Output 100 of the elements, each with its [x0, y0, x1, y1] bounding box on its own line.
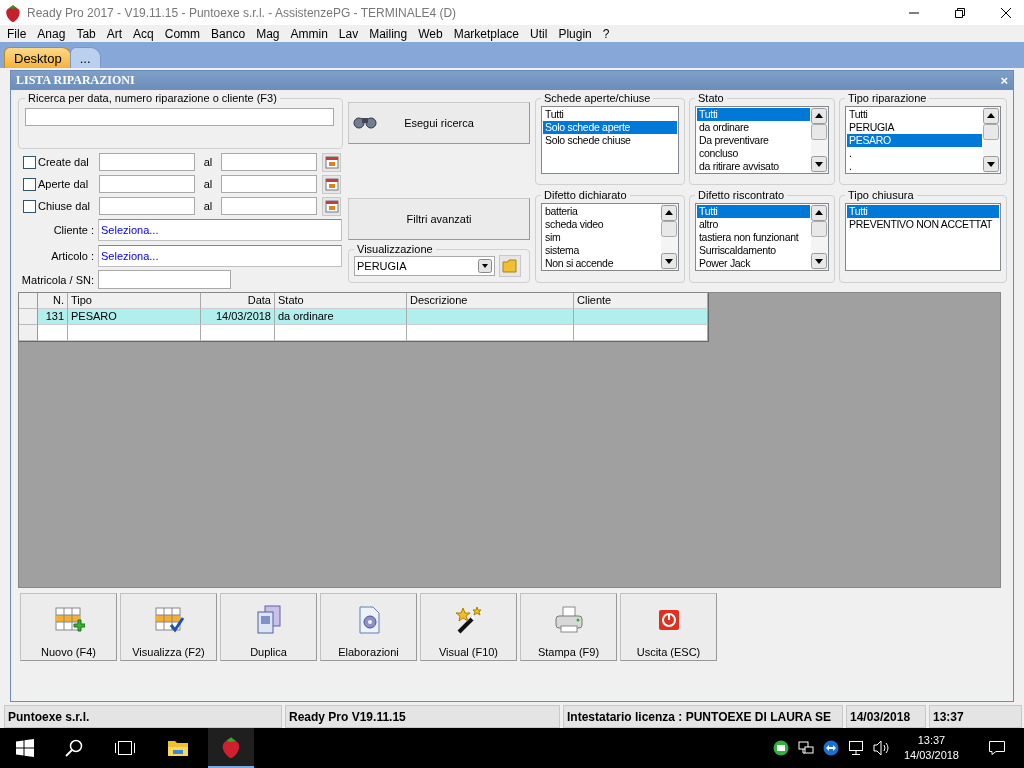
list-item[interactable]: Tutti — [847, 108, 982, 121]
list-item[interactable]: Tutti — [543, 108, 677, 121]
scroll-up-button[interactable] — [811, 108, 827, 124]
scroll-thumb[interactable] — [661, 221, 677, 237]
list-item[interactable]: Surriscaldamento — [697, 244, 810, 257]
list-item[interactable]: Da preventivare — [697, 134, 810, 147]
menu-item[interactable]: File — [4, 26, 34, 41]
action-button[interactable]: Stampa (F9) — [520, 593, 617, 661]
date-field[interactable] — [221, 175, 317, 193]
tab[interactable]: Desktop — [4, 47, 72, 68]
speaker-icon[interactable] — [872, 740, 891, 756]
list-item[interactable]: . — [847, 160, 982, 173]
scroll-thumb[interactable] — [811, 221, 827, 237]
tab[interactable]: ... — [69, 47, 101, 68]
table-row[interactable]: 131 PESARO 14/03/2018 da ordinare — [19, 309, 708, 325]
date-field[interactable] — [99, 175, 195, 193]
scroll-down-button[interactable] — [661, 253, 677, 269]
menu-item[interactable]: Util — [527, 26, 555, 41]
calendar-button[interactable] — [322, 174, 341, 194]
action-button[interactable]: Elaborazioni — [320, 593, 417, 661]
scroll-thumb[interactable] — [983, 124, 999, 140]
menu-item[interactable]: Ammin — [287, 26, 335, 41]
scrollbar[interactable] — [983, 107, 1000, 173]
start-icon[interactable] — [16, 739, 34, 757]
list-item[interactable]: concluso — [697, 147, 810, 160]
scroll-up-button[interactable] — [983, 108, 999, 124]
folder-icon[interactable] — [167, 739, 189, 757]
calendar-button[interactable] — [322, 152, 341, 172]
date-field[interactable] — [99, 197, 195, 215]
list-item[interactable]: PESARO — [847, 134, 982, 147]
select-field[interactable]: Seleziona... — [98, 245, 342, 267]
menu-item[interactable]: Web — [415, 26, 450, 41]
serial-field[interactable] — [98, 270, 231, 289]
checkbox[interactable] — [23, 155, 36, 169]
restore-icon[interactable] — [955, 7, 965, 18]
scrollbar[interactable] — [811, 204, 828, 270]
menu-item[interactable]: Lav — [335, 26, 366, 41]
list-item[interactable]: PERUGIA — [847, 121, 982, 134]
list-item[interactable]: scheda video — [543, 218, 660, 231]
search-icon[interactable] — [65, 739, 83, 757]
checkbox[interactable] — [23, 199, 36, 213]
scroll-thumb[interactable] — [811, 124, 827, 140]
menu-item[interactable]: Acq — [130, 26, 161, 41]
action-button[interactable]: Visual (F10) — [420, 593, 517, 661]
close-icon[interactable] — [1001, 7, 1011, 18]
menu-item[interactable]: Plugin — [555, 26, 599, 41]
search-button[interactable]: Esegui ricerca — [348, 102, 530, 144]
list-item[interactable]: da ordinare — [697, 121, 810, 134]
list-item[interactable]: da ritirare avvisato — [697, 160, 810, 173]
scroll-down-button[interactable] — [811, 156, 827, 172]
action-button[interactable]: Visualizza (F2) — [120, 593, 217, 661]
search-field[interactable] — [25, 108, 334, 126]
scroll-down-button[interactable] — [983, 156, 999, 172]
scroll-up-button[interactable] — [661, 205, 677, 221]
menu-item[interactable]: Marketplace — [450, 26, 527, 41]
menu-item[interactable]: Art — [103, 26, 130, 41]
advanced-filters-button[interactable]: Filtri avanzati — [348, 198, 530, 240]
scrollbar[interactable] — [661, 204, 678, 270]
list-item[interactable]: Non si accende — [543, 257, 660, 270]
list-item[interactable]: Tutti — [847, 205, 999, 218]
clock-time[interactable]: 13:37 — [917, 733, 946, 748]
list-item[interactable]: tastiera non funzionant — [697, 231, 810, 244]
menu-item[interactable]: Tab — [73, 26, 103, 41]
list-item[interactable]: sistema — [543, 244, 660, 257]
strawberry-icon[interactable] — [221, 736, 241, 758]
list-item[interactable]: Tutti — [697, 205, 810, 218]
scroll-down-button[interactable] — [811, 253, 827, 269]
action-button[interactable]: Uscita (ESC) — [620, 593, 717, 661]
menu-item[interactable]: Comm — [161, 26, 208, 41]
list-item[interactable]: batteria — [543, 205, 660, 218]
list-item[interactable]: PREVENTIVO NON ACCETTAT — [847, 218, 999, 231]
view-dropdown[interactable]: PERUGIA — [354, 256, 495, 276]
checkbox[interactable] — [23, 177, 36, 191]
menu-item[interactable]: Banco — [208, 26, 253, 41]
menu-item[interactable]: ? — [599, 26, 617, 41]
select-field[interactable]: Seleziona... — [98, 219, 342, 241]
menu-item[interactable]: Mailing — [366, 26, 415, 41]
menu-item[interactable]: Mag — [253, 26, 287, 41]
task-view-icon[interactable] — [114, 740, 136, 756]
list-item[interactable]: altro — [697, 218, 810, 231]
action-button[interactable]: Nuovo (F4) — [20, 593, 117, 661]
network-icon[interactable] — [847, 740, 864, 756]
date-field[interactable] — [221, 197, 317, 215]
list-item[interactable]: Solo schede chiuse — [543, 134, 677, 147]
notification-icon[interactable] — [988, 740, 1006, 756]
scrollbar[interactable] — [811, 107, 828, 173]
list-item[interactable]: Solo schede aperte — [543, 121, 677, 134]
scroll-up-button[interactable] — [811, 205, 827, 221]
clock-date[interactable]: 14/03/2018 — [903, 748, 959, 763]
network-icon[interactable] — [797, 740, 814, 756]
list-item[interactable]: Tutti — [697, 108, 810, 121]
calendar-button[interactable] — [322, 196, 341, 216]
list-item[interactable]: . — [847, 147, 982, 160]
remote-control-icon[interactable] — [822, 740, 839, 756]
list-item[interactable]: Power Jack — [697, 257, 810, 270]
action-button[interactable]: Duplica — [220, 593, 317, 661]
date-field[interactable] — [99, 153, 195, 171]
date-field[interactable] — [221, 153, 317, 171]
list-item[interactable]: sim — [543, 231, 660, 244]
menu-item[interactable]: Anag — [34, 26, 73, 41]
